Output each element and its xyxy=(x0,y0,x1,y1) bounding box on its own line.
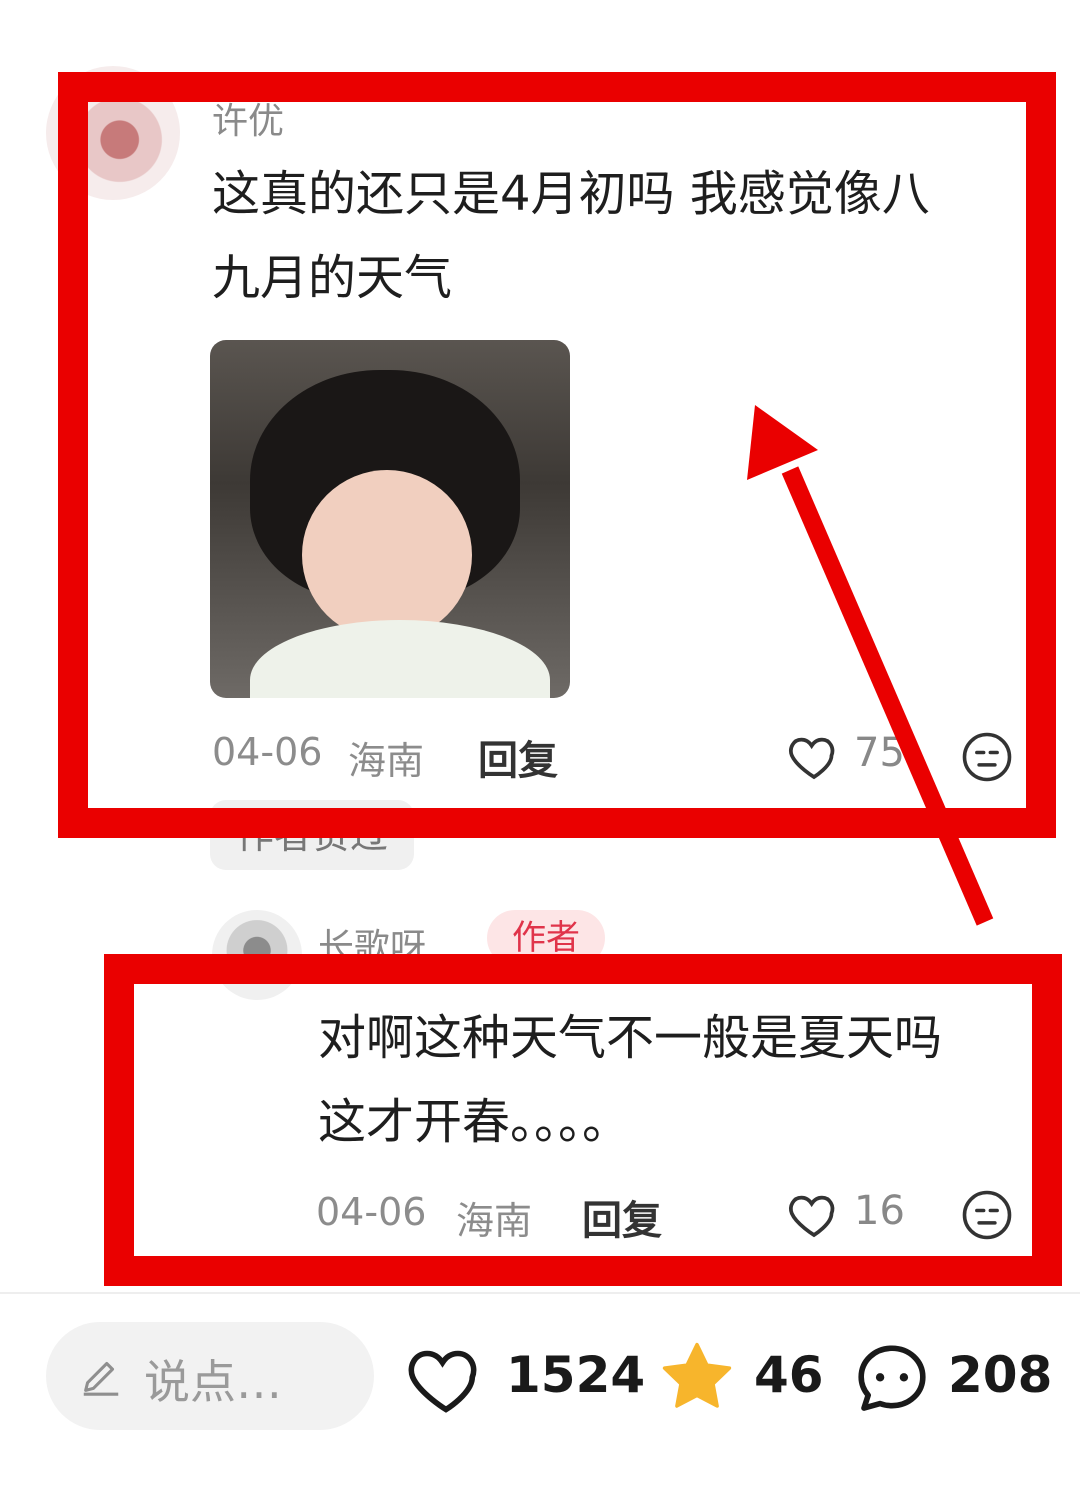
star-icon[interactable] xyxy=(656,1336,738,1418)
highlight-box-comment xyxy=(58,72,1056,838)
comment-input-placeholder[interactable]: 说点… xyxy=(144,1346,282,1412)
heart-icon[interactable] xyxy=(404,1336,488,1420)
divider xyxy=(0,1292,1080,1294)
comment-count: 208 xyxy=(948,1346,1053,1404)
star-count: 46 xyxy=(754,1346,824,1404)
highlight-box-reply xyxy=(104,954,1062,1286)
like-count: 1524 xyxy=(506,1346,646,1404)
chat-icon[interactable] xyxy=(850,1336,934,1420)
pencil-icon xyxy=(78,1352,124,1398)
